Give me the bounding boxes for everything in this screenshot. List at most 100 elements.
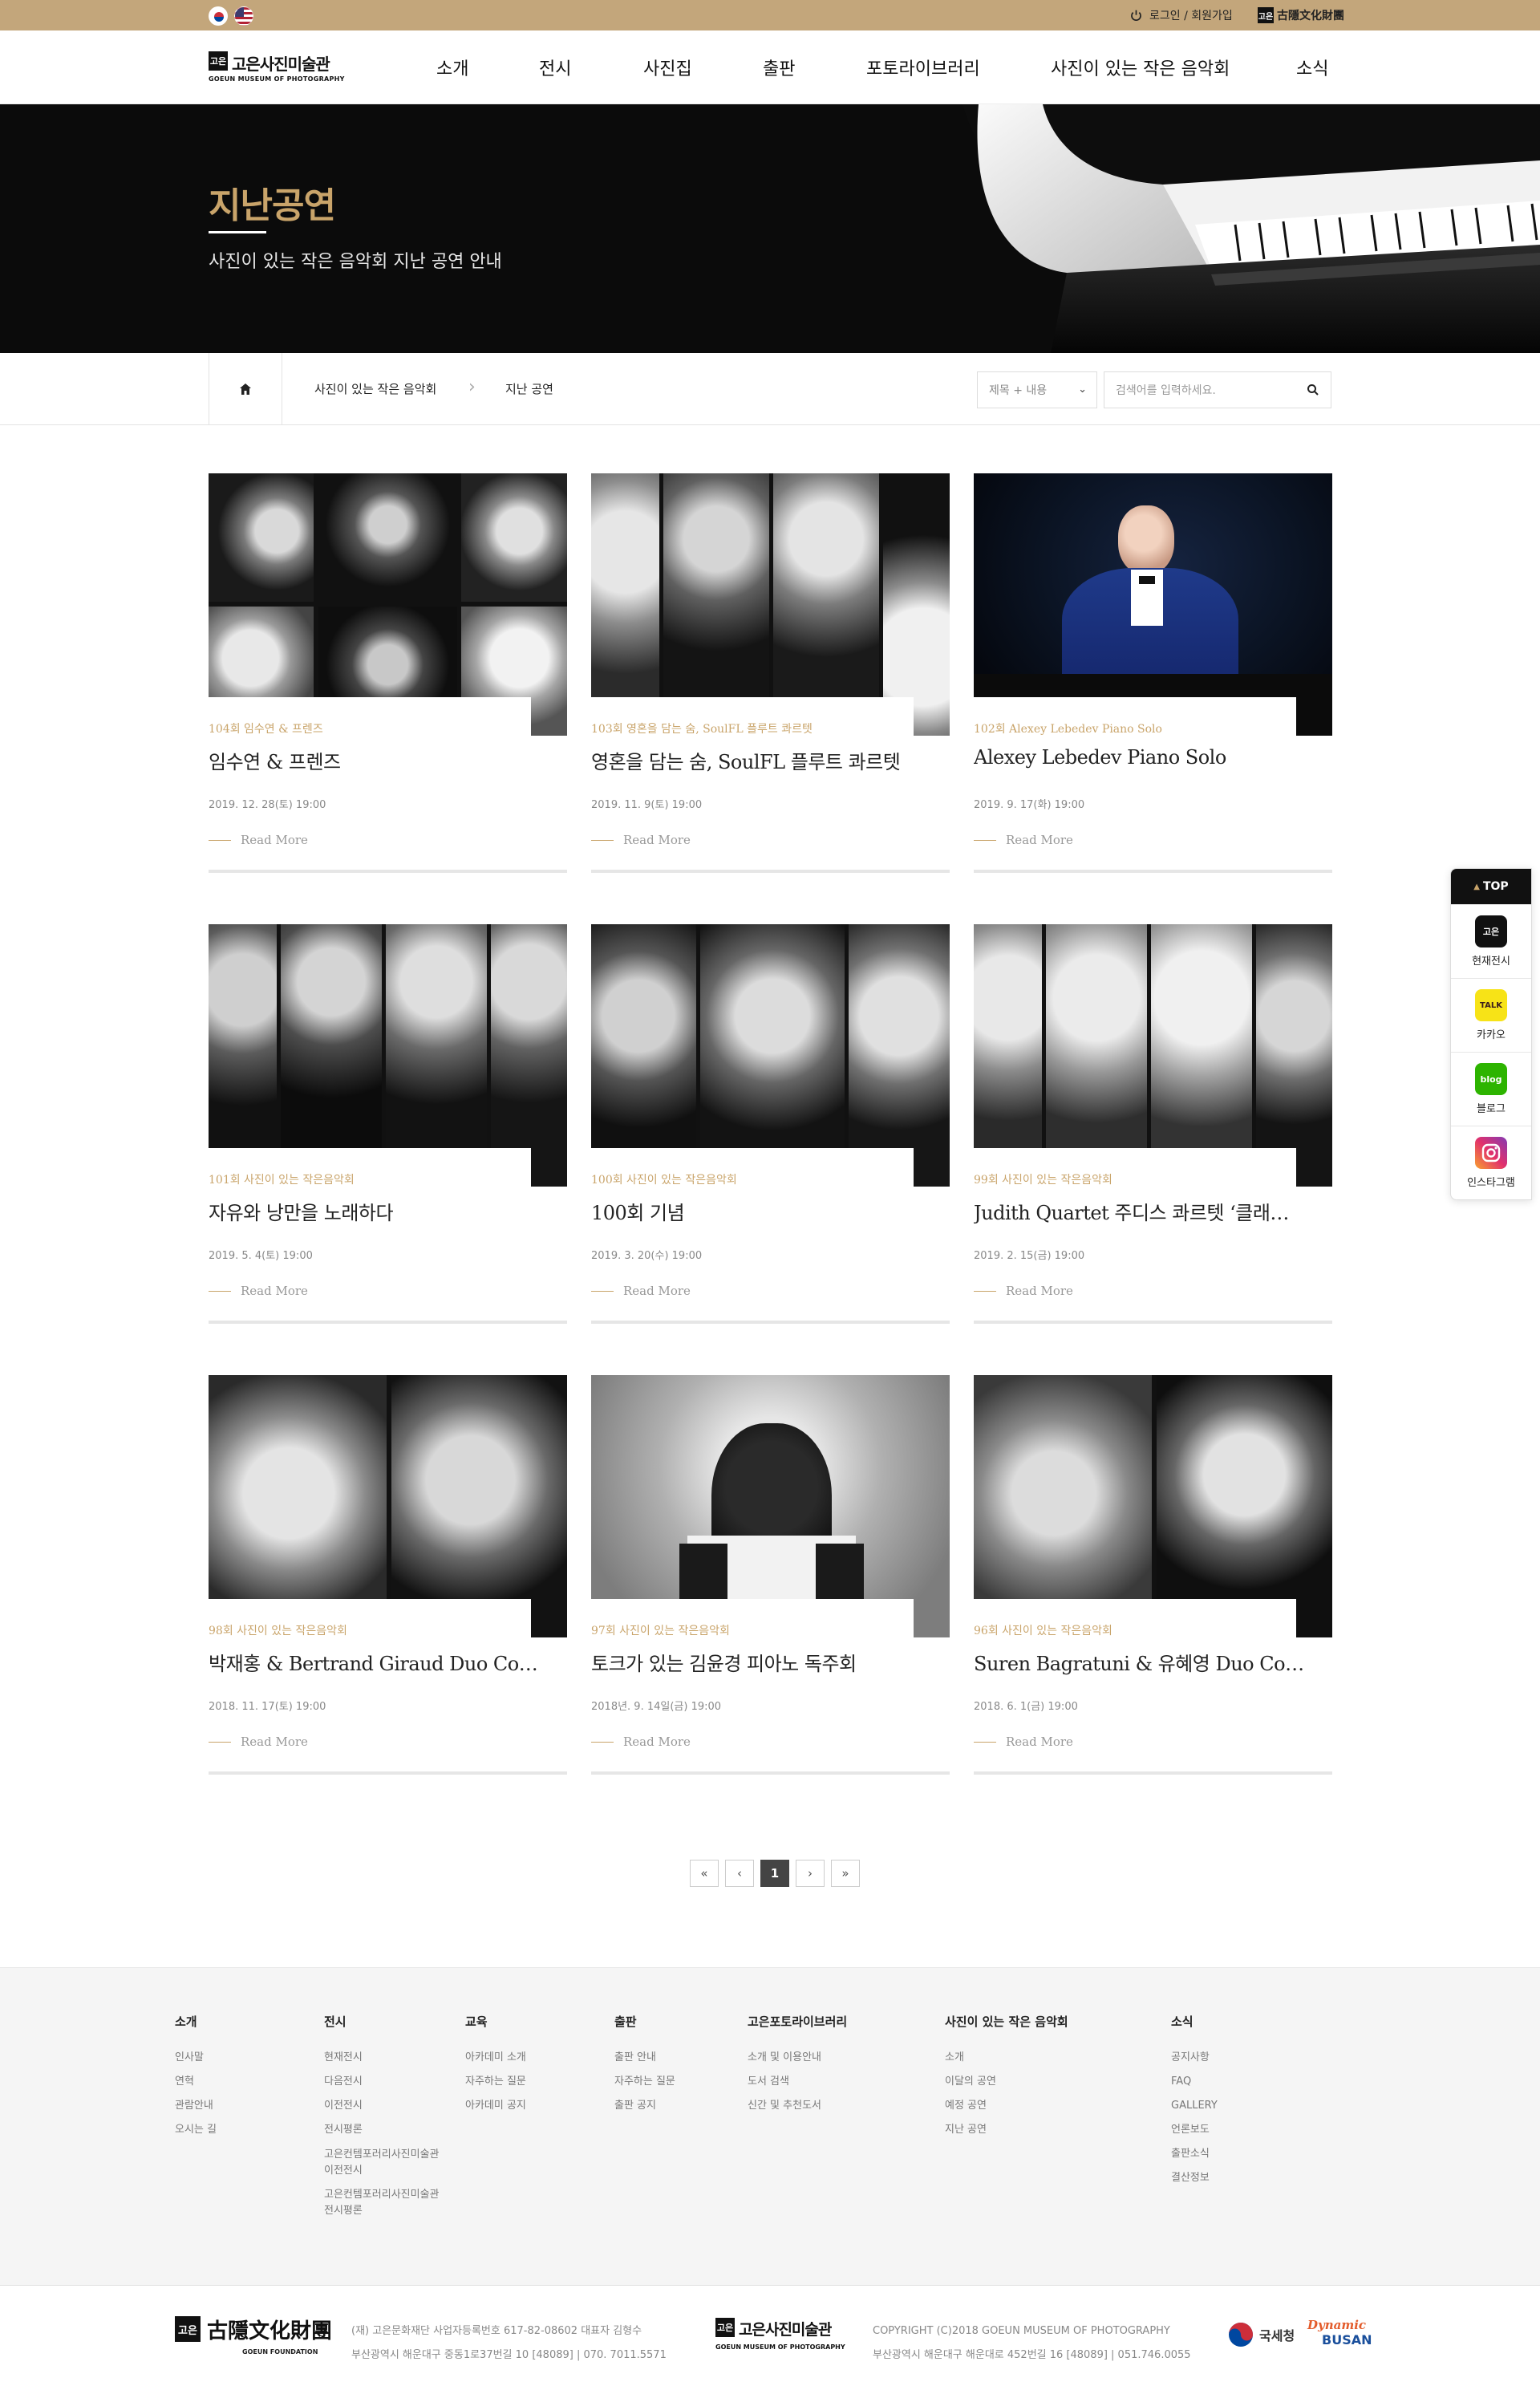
read-more-link[interactable]: Read More — [209, 1284, 308, 1298]
concert-title[interactable]: Alexey Lebedev Piano Solo — [974, 746, 1332, 769]
scroll-top-button[interactable]: ▲ TOP — [1451, 869, 1531, 904]
concert-card[interactable]: 99회 사진이 있는 작은음악회 Judith Quartet 주디스 콰르텟 … — [974, 924, 1332, 1324]
footer-link[interactable]: 오시는 길 — [175, 2118, 217, 2142]
footer-link[interactable]: 신간 및 추천도서 — [748, 2094, 847, 2118]
concert-card[interactable]: 101회 사진이 있는 작은음악회 자유와 낭만을 노래하다 2019. 5. … — [209, 924, 567, 1324]
footer-link[interactable]: 관람안내 — [175, 2094, 217, 2118]
footer-link[interactable]: 현재전시 — [324, 2046, 440, 2070]
footer-link[interactable]: 이전전시 — [324, 2094, 440, 2118]
foundation-english: GOEUN FOUNDATION — [242, 2348, 318, 2356]
footer-link[interactable]: 소개 — [945, 2046, 1068, 2070]
footer-link[interactable]: 도서 검색 — [748, 2070, 847, 2094]
concert-title[interactable]: 영혼을 담는 숨, SoulFL 플루트 콰르텟 — [591, 746, 950, 774]
footer-link[interactable]: 지난 공연 — [945, 2118, 1068, 2142]
quick-instagram[interactable]: 인스타그램 — [1451, 1126, 1531, 1199]
footer-link[interactable]: FAQ — [1171, 2070, 1218, 2094]
breadcrumb-item-concert[interactable]: 사진이 있는 작은 음악회 — [314, 380, 436, 397]
korean-flag-icon[interactable] — [209, 6, 228, 26]
read-more-link[interactable]: Read More — [974, 833, 1073, 847]
footer-link[interactable]: 출판 공지 — [614, 2094, 675, 2118]
foundation-link[interactable]: 고은 古隱文化財團 — [1258, 6, 1344, 24]
search-icon[interactable] — [1307, 383, 1319, 396]
page-prev-button[interactable]: ‹ — [725, 1860, 754, 1887]
concert-card[interactable]: 104회 임수연 & 프렌즈 임수연 & 프렌즈 2019. 12. 28(토)… — [209, 473, 567, 873]
breadcrumb-item-past[interactable]: 지난 공연 — [505, 380, 553, 397]
footer-link[interactable]: 자주하는 질문 — [614, 2070, 675, 2094]
read-more-link[interactable]: Read More — [209, 833, 308, 847]
footer-link[interactable]: 이달의 공연 — [945, 2070, 1068, 2094]
footer-link[interactable]: 언론보도 — [1171, 2118, 1218, 2142]
quick-kakao[interactable]: TALK 카카오 — [1451, 978, 1531, 1052]
concert-title[interactable]: 임수연 & 프렌즈 — [209, 746, 567, 774]
nav-news[interactable]: 소식 — [1296, 30, 1328, 104]
search-placeholder: 검색어를 입력하세요. — [1116, 384, 1216, 397]
footer-link[interactable]: 고은컨템포러리사진미술관 — [324, 2147, 440, 2163]
footer-link[interactable]: 고은컨템포러리사진미술관 — [324, 2187, 440, 2203]
concert-date: 2019. 9. 17(화) 19:00 — [974, 799, 1085, 811]
footer-link[interactable]: 다음전시 — [324, 2070, 440, 2094]
read-more-link[interactable]: Read More — [974, 1284, 1073, 1298]
search-type-select[interactable]: 제목 + 내용 ⌄ — [977, 371, 1097, 408]
site-logo[interactable]: 고은 고은사진미술관 GOEUN MUSEUM OF PHOTOGRAPHY — [209, 50, 345, 87]
concert-date: 2019. 2. 15(금) 19:00 — [974, 1250, 1085, 1262]
footer-link[interactable]: 전시평론 — [324, 2203, 440, 2219]
footer-link[interactable]: 자주하는 질문 — [465, 2070, 526, 2094]
nav-exhibition[interactable]: 전시 — [539, 30, 571, 104]
footer-link[interactable]: 소개 및 이용안내 — [748, 2046, 847, 2070]
chevron-right-icon: › — [468, 377, 476, 397]
concert-title[interactable]: Suren Bagratuni & 유혜영 Duo Co… — [974, 1648, 1332, 1676]
card-divider — [974, 870, 1332, 873]
nav-photo-library[interactable]: 포토라이브러리 — [866, 30, 980, 104]
nav-about[interactable]: 소개 — [436, 30, 468, 104]
footer-link[interactable]: 출판소식 — [1171, 2142, 1218, 2166]
read-more-link[interactable]: Read More — [591, 1735, 691, 1749]
concert-title[interactable]: 박재홍 & Bertrand Giraud Duo Co… — [209, 1648, 567, 1676]
page-next-button[interactable]: › — [796, 1860, 825, 1887]
concert-card[interactable]: 103회 영혼을 담는 숨, SoulFL 플루트 콰르텟 영혼을 담는 숨, … — [591, 473, 950, 873]
concert-card[interactable]: 96회 사진이 있는 작은음악회 Suren Bagratuni & 유혜영 D… — [974, 1375, 1332, 1775]
footer-link[interactable]: 아카데미 소개 — [465, 2046, 526, 2070]
concert-card[interactable]: 98회 사진이 있는 작은음악회 박재홍 & Bertrand Giraud D… — [209, 1375, 567, 1775]
footer-link[interactable]: 예정 공연 — [945, 2094, 1068, 2118]
quick-current-exhibition[interactable]: 고은 현재전시 — [1451, 904, 1531, 978]
footer-link[interactable]: 전시평론 — [324, 2118, 440, 2142]
footer-link[interactable]: 이전전시 — [324, 2163, 440, 2179]
us-flag-icon[interactable] — [234, 6, 253, 26]
footer-link[interactable]: 아카데미 공지 — [465, 2094, 526, 2118]
footer-link[interactable]: GALLERY — [1171, 2094, 1218, 2118]
concert-card[interactable]: 102회 Alexey Lebedev Piano Solo Alexey Le… — [974, 473, 1332, 873]
footer-col-title: 전시 — [324, 2015, 346, 2029]
concert-card[interactable]: 100회 사진이 있는 작은음악회 100회 기념 2019. 3. 20(수)… — [591, 924, 950, 1324]
nav-publication[interactable]: 출판 — [763, 30, 795, 104]
dynamic-busan-logo[interactable]: Dynamic BUSAN — [1307, 2318, 1372, 2353]
quick-blog[interactable]: blog 블로그 — [1451, 1052, 1531, 1126]
footer-link[interactable]: 연혁 — [175, 2070, 217, 2094]
read-more-link[interactable]: Read More — [209, 1735, 308, 1749]
search-input[interactable]: 검색어를 입력하세요. — [1104, 371, 1331, 408]
nav-photobook[interactable]: 사진집 — [643, 30, 692, 104]
concert-title[interactable]: 자유와 낭만을 노래하다 — [209, 1197, 567, 1225]
concert-card[interactable]: 97회 사진이 있는 작은음악회 토크가 있는 김윤경 피아노 독주회 2018… — [591, 1375, 950, 1775]
read-more-line — [974, 1741, 996, 1743]
concert-category: 96회 사진이 있는 작은음악회 — [974, 1625, 1112, 1637]
footer-link[interactable]: 결산정보 — [1171, 2166, 1218, 2190]
page-current-button[interactable]: 1 — [760, 1860, 789, 1887]
footer-link[interactable]: 인사말 — [175, 2046, 217, 2070]
read-more-link[interactable]: Read More — [591, 1284, 691, 1298]
concert-title[interactable]: 100회 기념 — [591, 1197, 950, 1225]
concert-title[interactable]: 토크가 있는 김윤경 피아노 독주회 — [591, 1648, 950, 1676]
nts-logo[interactable]: 국세청 — [1227, 2321, 1295, 2348]
login-link[interactable]: 로그인 / 회원가입 — [1129, 7, 1233, 23]
concert-title[interactable]: Judith Quartet 주디스 콰르텟 ‘클래… — [974, 1197, 1332, 1225]
foundation-logo[interactable]: 고은 古隱文化財團 GOEUN FOUNDATION — [175, 2316, 332, 2364]
museum-logo[interactable]: 고은 고은사진미술관 GOEUN MUSEUM OF PHOTOGRAPHY — [715, 2318, 845, 2356]
read-more-link[interactable]: Read More — [974, 1735, 1073, 1749]
page-last-button[interactable]: » — [831, 1860, 860, 1887]
page-first-button[interactable]: « — [690, 1860, 719, 1887]
home-button[interactable] — [209, 353, 282, 425]
read-more-link[interactable]: Read More — [591, 833, 691, 847]
footer-link[interactable]: 출판 안내 — [614, 2046, 675, 2070]
footer-link[interactable]: 공지사항 — [1171, 2046, 1218, 2070]
chevron-down-icon: ⌄ — [1078, 383, 1087, 396]
nav-small-concert[interactable]: 사진이 있는 작은 음악회 — [1051, 30, 1230, 104]
